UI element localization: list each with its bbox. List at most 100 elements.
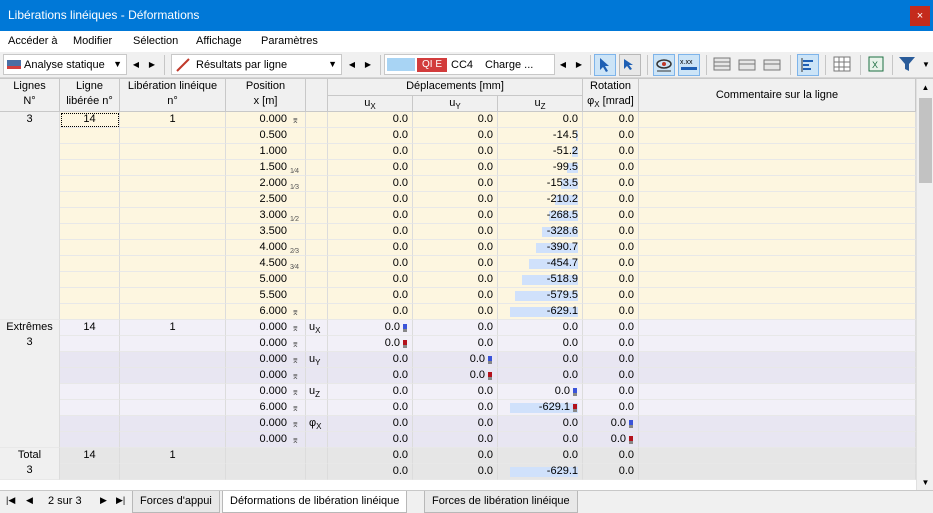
- uy-cell[interactable]: 0.0: [413, 160, 498, 176]
- header-lignes[interactable]: Lignes N°: [0, 79, 60, 112]
- comment-cell[interactable]: [639, 432, 916, 448]
- line-release-cell[interactable]: [120, 176, 226, 192]
- uy-cell[interactable]: 0.0: [413, 272, 498, 288]
- toolbar-overflow-icon[interactable]: ▼: [920, 54, 932, 75]
- uz-cell[interactable]: -153.5: [498, 176, 583, 192]
- line-release-cell[interactable]: 1: [120, 448, 226, 464]
- position-cell[interactable]: 0.000 ⌆: [226, 112, 306, 128]
- position-cell[interactable]: 0.500: [226, 128, 306, 144]
- line-release-cell[interactable]: [120, 272, 226, 288]
- uz-cell[interactable]: 0.0: [498, 384, 583, 400]
- comment-cell[interactable]: [639, 192, 916, 208]
- uy-cell[interactable]: 0.0: [413, 304, 498, 320]
- released-line-cell[interactable]: [60, 304, 120, 320]
- scroll-down-icon[interactable]: ▼: [917, 474, 933, 490]
- phi-cell[interactable]: 0.0: [583, 224, 639, 240]
- tab-support-forces[interactable]: Forces d'appui: [132, 491, 220, 513]
- line-release-cell[interactable]: [120, 144, 226, 160]
- position-cell[interactable]: 3.000 1⁄2: [226, 208, 306, 224]
- uz-cell[interactable]: -51.2: [498, 144, 583, 160]
- header-released-line[interactable]: Ligne libérée n°: [60, 79, 120, 112]
- import-button[interactable]: [762, 54, 784, 75]
- position-cell[interactable]: 5.500: [226, 288, 306, 304]
- phi-cell[interactable]: 0.0: [583, 112, 639, 128]
- comment-cell[interactable]: [639, 176, 916, 192]
- ux-cell[interactable]: 0.0: [328, 336, 413, 352]
- position-cell[interactable]: 1.000: [226, 144, 306, 160]
- results-prev-button[interactable]: ◀: [345, 54, 359, 75]
- uy-cell[interactable]: 0.0: [413, 256, 498, 272]
- ux-cell[interactable]: 0.0: [328, 400, 413, 416]
- comment-cell[interactable]: [639, 224, 916, 240]
- phi-cell[interactable]: 0.0: [583, 160, 639, 176]
- comment-cell[interactable]: [639, 464, 916, 480]
- released-line-cell[interactable]: [60, 336, 120, 352]
- uz-cell[interactable]: 0.0: [498, 320, 583, 336]
- comment-cell[interactable]: [639, 304, 916, 320]
- phi-cell[interactable]: 0.0: [583, 384, 639, 400]
- menu-view[interactable]: Affichage: [196, 35, 242, 47]
- ux-cell[interactable]: 0.0: [328, 368, 413, 384]
- position-cell[interactable]: 5.000: [226, 272, 306, 288]
- uy-cell[interactable]: 0.0: [413, 288, 498, 304]
- ux-cell[interactable]: 0.0: [328, 240, 413, 256]
- scroll-up-icon[interactable]: ▲: [917, 79, 933, 96]
- uy-cell[interactable]: 0.0: [413, 416, 498, 432]
- phi-cell[interactable]: 0.0: [583, 208, 639, 224]
- header-rotation[interactable]: Rotation φX [mrad]: [583, 79, 639, 112]
- scrollbar-thumb[interactable]: [919, 98, 932, 183]
- filter-button[interactable]: [897, 54, 919, 75]
- uz-cell[interactable]: -454.7: [498, 256, 583, 272]
- comment-cell[interactable]: [639, 128, 916, 144]
- row-line-number[interactable]: 3: [0, 112, 60, 320]
- header-type[interactable]: [306, 79, 328, 112]
- ux-cell[interactable]: 0.0: [328, 256, 413, 272]
- phi-cell[interactable]: 0.0: [583, 192, 639, 208]
- uy-cell[interactable]: 0.0: [413, 224, 498, 240]
- uy-cell[interactable]: 0.0: [413, 128, 498, 144]
- uy-cell[interactable]: 0.0: [413, 384, 498, 400]
- released-line-cell[interactable]: 14: [60, 448, 120, 464]
- close-icon[interactable]: ×: [910, 6, 930, 26]
- phi-cell[interactable]: 0.0: [583, 176, 639, 192]
- position-cell[interactable]: 0.000 ⌆: [226, 320, 306, 336]
- ux-cell[interactable]: 0.0: [328, 304, 413, 320]
- released-line-cell[interactable]: [60, 272, 120, 288]
- line-release-cell[interactable]: [120, 464, 226, 480]
- uz-cell[interactable]: -14.5: [498, 128, 583, 144]
- comment-cell[interactable]: [639, 384, 916, 400]
- uz-cell[interactable]: -629.1: [498, 464, 583, 480]
- line-release-cell[interactable]: 1: [120, 320, 226, 336]
- menu-settings[interactable]: Paramètres: [261, 35, 318, 47]
- released-line-cell[interactable]: [60, 176, 120, 192]
- comment-cell[interactable]: [639, 368, 916, 384]
- uz-cell[interactable]: 0.0: [498, 352, 583, 368]
- loadcase-combo[interactable]: QI E CC4 Charge ...: [384, 54, 555, 75]
- ux-cell[interactable]: 0.0: [328, 288, 413, 304]
- line-release-cell[interactable]: [120, 304, 226, 320]
- comment-cell[interactable]: [639, 272, 916, 288]
- released-line-cell[interactable]: [60, 400, 120, 416]
- released-line-cell[interactable]: [60, 384, 120, 400]
- phi-cell[interactable]: 0.0: [583, 304, 639, 320]
- uz-cell[interactable]: 0.0: [498, 416, 583, 432]
- line-release-cell[interactable]: 1: [120, 112, 226, 128]
- position-cell[interactable]: 0.000 ⌆: [226, 336, 306, 352]
- released-line-cell[interactable]: [60, 432, 120, 448]
- released-line-cell[interactable]: [60, 224, 120, 240]
- ux-cell[interactable]: 0.0: [328, 192, 413, 208]
- jump-to-button[interactable]: [619, 54, 641, 76]
- uy-cell[interactable]: 0.0: [413, 400, 498, 416]
- released-line-cell[interactable]: [60, 144, 120, 160]
- released-line-cell[interactable]: [60, 192, 120, 208]
- tab-line-release-forces[interactable]: Forces de libération linéique: [424, 491, 578, 513]
- line-release-cell[interactable]: [120, 384, 226, 400]
- results-combo[interactable]: Résultats par ligne ▼: [171, 54, 342, 75]
- tab-line-release-deformations[interactable]: Déformations de libération linéique: [222, 491, 408, 513]
- released-line-cell[interactable]: [60, 416, 120, 432]
- uy-cell[interactable]: 0.0: [413, 240, 498, 256]
- released-line-cell[interactable]: [60, 256, 120, 272]
- ux-cell[interactable]: 0.0: [328, 448, 413, 464]
- header-uz[interactable]: uZ: [498, 96, 583, 112]
- position-cell[interactable]: 2.500: [226, 192, 306, 208]
